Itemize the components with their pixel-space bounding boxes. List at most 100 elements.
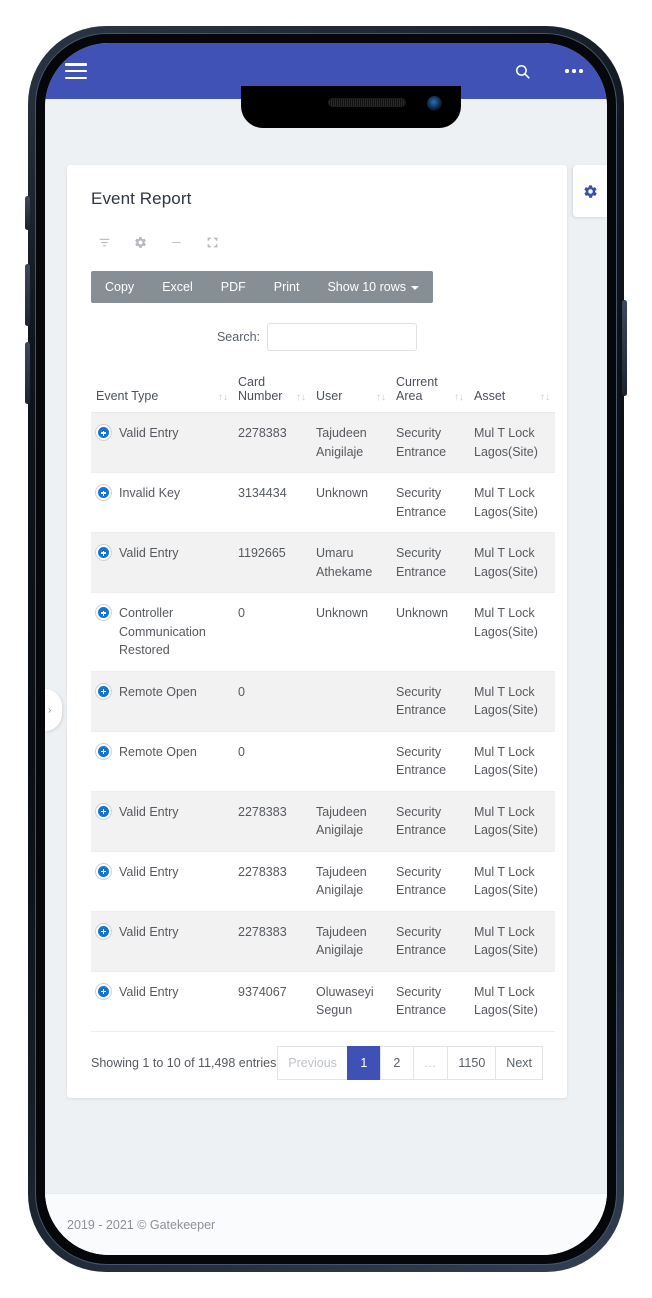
- pagination-previous: Previous: [277, 1045, 348, 1080]
- column-header-asset[interactable]: Asset ↑↓: [469, 369, 555, 413]
- row-expand-plus-icon[interactable]: [96, 803, 111, 819]
- row-expand-plus-icon[interactable]: [96, 743, 111, 759]
- pagination-page-1[interactable]: 1: [346, 1045, 381, 1080]
- table-row[interactable]: Valid Entry 2278383 Tajudeen Anigilaje Secu…: [91, 412, 555, 473]
- cell-asset: Mul T Lock Lagos(Site): [469, 791, 555, 852]
- cell-card-number: 9374067: [233, 971, 311, 1032]
- pagination-page-2[interactable]: 2: [379, 1045, 414, 1080]
- cell-current-area: Security Entrance: [391, 412, 469, 473]
- table-row[interactable]: Invalid Key 3134434 Unknown Security Entran…: [91, 472, 555, 533]
- device-screen: › Event Report Copy Excel PDF Print Show…: [45, 43, 607, 1255]
- cell-card-number: 2278383: [233, 911, 311, 972]
- cell-event-type: Valid Entry: [91, 911, 233, 972]
- front-camera: [427, 96, 442, 111]
- filter-icon[interactable]: [97, 235, 112, 250]
- column-label: Asset: [474, 389, 506, 403]
- column-label: Card Number: [238, 375, 283, 403]
- cell-asset: Mul T Lock Lagos(Site): [469, 592, 555, 672]
- cell-user: Unknown: [311, 592, 391, 672]
- table-footer: Showing 1 to 10 of 11,498 entries Previo…: [91, 1045, 543, 1080]
- column-header-card-number[interactable]: Card Number ↑↓: [233, 369, 311, 413]
- hamburger-menu-icon[interactable]: [65, 63, 87, 79]
- sort-icon: ↑↓: [540, 392, 550, 403]
- app-viewport: › Event Report Copy Excel PDF Print Show…: [45, 43, 607, 1255]
- event-table: Event Type ↑↓ Card Number ↑↓ User ↑↓ Curren…: [91, 369, 555, 1032]
- gear-icon[interactable]: [133, 235, 148, 250]
- row-expand-plus-icon[interactable]: [96, 605, 111, 620]
- row-expand-plus-icon[interactable]: [96, 683, 111, 699]
- collapse-icon[interactable]: [169, 235, 184, 250]
- volume-up-button[interactable]: [25, 264, 30, 326]
- copyright-text: 2019 - 2021 © Gatekeeper: [67, 1217, 216, 1232]
- settings-side-tab[interactable]: [573, 165, 607, 217]
- table-row[interactable]: Valid Entry 2278383 Tajudeen Anigilaje Secu…: [91, 791, 555, 852]
- excel-button[interactable]: Excel: [148, 271, 207, 303]
- sort-icon: ↑↓: [376, 392, 386, 403]
- sort-icon: ↑↓: [454, 392, 464, 403]
- volume-down-button[interactable]: [25, 342, 30, 404]
- print-button[interactable]: Print: [260, 271, 314, 303]
- overflow-menu-icon[interactable]: [561, 58, 587, 84]
- rows-per-page-dropdown[interactable]: Show 10 rows: [313, 271, 433, 303]
- cell-asset: Mul T Lock Lagos(Site): [469, 671, 555, 732]
- pagination: Previous 1 2… 1150 Next: [277, 1045, 543, 1080]
- power-button[interactable]: [622, 300, 627, 396]
- column-header-current-area[interactable]: Current Area ↑↓: [391, 369, 469, 413]
- cell-current-area: Security Entrance: [391, 971, 469, 1032]
- silence-switch[interactable]: [25, 196, 30, 230]
- column-header-user[interactable]: User ↑↓: [311, 369, 391, 413]
- table-header-row: Event Type ↑↓ Card Number ↑↓ User ↑↓ Curren…: [91, 369, 555, 413]
- cell-current-area: Security Entrance: [391, 911, 469, 972]
- cell-card-number: 0: [233, 731, 311, 792]
- table-row[interactable]: Valid Entry 2278383 Tajudeen Anigilaje Secu…: [91, 851, 555, 912]
- table-row[interactable]: Valid Entry 1192665 Umaru Athekame Security…: [91, 532, 555, 593]
- cell-event-type: Valid Entry: [91, 851, 233, 912]
- row-expand-plus-icon[interactable]: [96, 485, 111, 500]
- cell-user: Unknown: [311, 472, 391, 533]
- pagination-next[interactable]: Next: [495, 1045, 543, 1080]
- row-expand-plus-icon[interactable]: [96, 545, 111, 560]
- table-row[interactable]: Valid Entry 9374067 Oluwaseyi Segun Securit…: [91, 971, 555, 1032]
- event-type-label: Valid Entry: [119, 864, 179, 879]
- row-expand-plus-icon[interactable]: [96, 863, 111, 879]
- cell-asset: Mul T Lock Lagos(Site): [469, 472, 555, 533]
- table-row[interactable]: Controller Communication Restored 0 Unknow…: [91, 592, 555, 672]
- event-type-label: Remote Open: [119, 744, 197, 759]
- chevron-down-icon: [410, 285, 419, 290]
- page-title: Event Report: [91, 189, 192, 208]
- cell-card-number: 2278383: [233, 851, 311, 912]
- pagination-ellipsis: …: [412, 1045, 449, 1080]
- copy-button[interactable]: Copy: [91, 271, 148, 303]
- row-expand-plus-icon[interactable]: [96, 923, 111, 939]
- cell-card-number: 2278383: [233, 791, 311, 852]
- cell-card-number: 0: [233, 671, 311, 732]
- cell-user: Tajudeen Anigilaje: [311, 791, 391, 852]
- cell-user: [311, 671, 391, 732]
- pdf-button[interactable]: PDF: [207, 271, 260, 303]
- cell-user: Tajudeen Anigilaje: [311, 911, 391, 972]
- row-expand-plus-icon[interactable]: [96, 983, 111, 999]
- pagination-page-1150[interactable]: 1150: [447, 1045, 497, 1080]
- column-header-event-type[interactable]: Event Type ↑↓: [91, 369, 233, 413]
- search-icon[interactable]: [509, 58, 535, 84]
- event-type-label: Valid Entry: [119, 804, 179, 819]
- event-type-label: Controller Communication Restored: [119, 606, 206, 657]
- table-row[interactable]: Valid Entry 2278383 Tajudeen Anigilaje Secu…: [91, 911, 555, 972]
- cell-event-type: Remote Open: [91, 671, 233, 732]
- event-report-card: Event Report Copy Excel PDF Print Show 1…: [67, 165, 567, 1098]
- cell-user: Tajudeen Anigilaje: [311, 851, 391, 912]
- search-input[interactable]: [267, 323, 418, 351]
- cell-event-type: Valid Entry: [91, 412, 233, 473]
- table-row[interactable]: Remote Open 0 Security Entrance Mul T Lock …: [91, 731, 555, 792]
- export-button-group: Copy Excel PDF Print Show 10 rows: [91, 271, 433, 303]
- column-label: Event Type: [96, 389, 159, 403]
- row-expand-plus-icon[interactable]: [96, 425, 111, 440]
- expand-icon[interactable]: [205, 235, 220, 250]
- cell-card-number: 3134434: [233, 472, 311, 533]
- drawer-toggle-handle[interactable]: ›: [45, 689, 62, 731]
- cell-current-area: Unknown: [391, 592, 469, 672]
- cell-asset: Mul T Lock Lagos(Site): [469, 412, 555, 473]
- search-label: Search:: [216, 330, 261, 344]
- event-type-label: Valid Entry: [119, 546, 179, 560]
- table-row[interactable]: Remote Open 0 Security Entrance Mul T Lock …: [91, 671, 555, 732]
